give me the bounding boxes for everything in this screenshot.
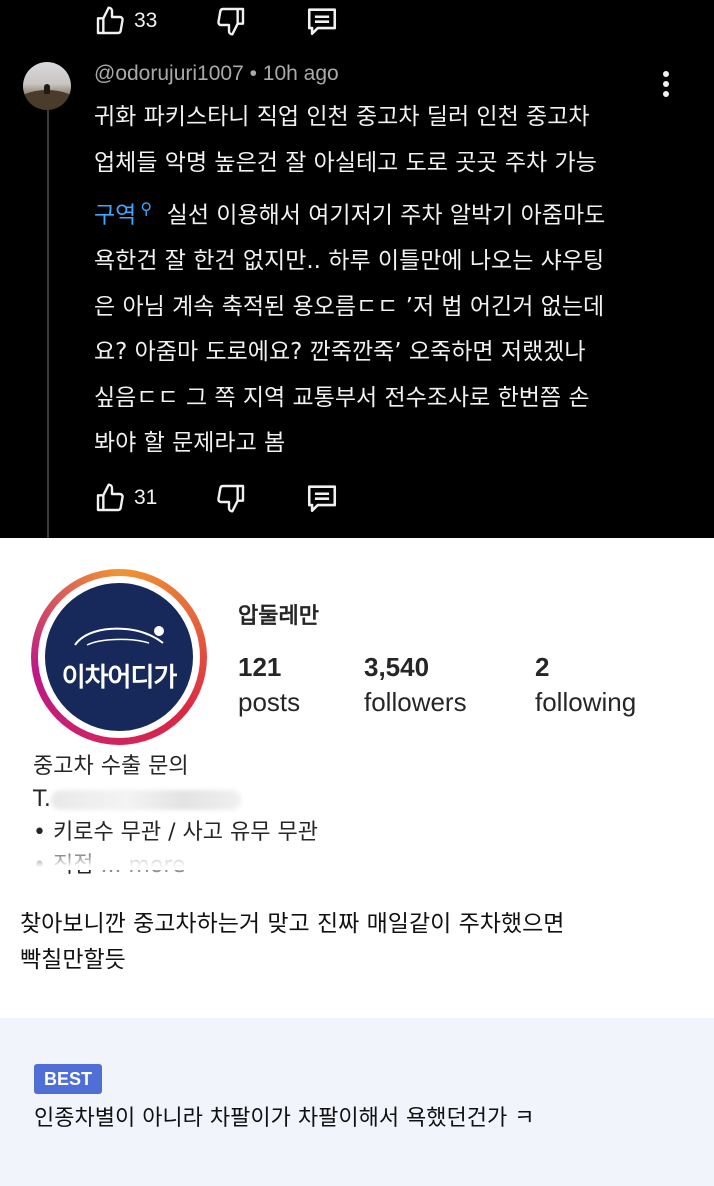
profile-username: 압둘레만	[238, 604, 319, 629]
thumbs-up-icon	[96, 6, 124, 35]
reply-icon	[308, 485, 337, 513]
comment-actions: 31	[94, 481, 397, 515]
dislike-button[interactable]	[215, 482, 247, 514]
comment-time: 10h ago	[262, 62, 339, 85]
prev-comment-actions: 33	[94, 4, 397, 38]
bio-phone: T.	[33, 783, 318, 816]
remark-line: 찾아보니깐 중고차하는거 맞고 진짜 매일같이 주차했으면	[20, 911, 565, 937]
reply-button[interactable]	[305, 4, 339, 38]
more-vert-icon[interactable]	[656, 70, 676, 98]
comment-line-text: 실선 이용해서 여기저기 주차 알박기 아줌마도	[166, 202, 606, 229]
best-comment-text: 인종차별이 아니라 차팔이가 차팔이해서 욕했던건가 ㅋ	[34, 1106, 535, 1131]
posts-count: 121	[238, 652, 282, 682]
following-label: following	[535, 687, 637, 717]
best-badge: BEST	[34, 1064, 103, 1094]
reply-icon	[308, 8, 337, 36]
car-icon	[74, 626, 164, 646]
instagram-profile-card: 이차어디가 압둘레만 121 posts 3,540 followers 2 f…	[0, 538, 714, 878]
like-count: 33	[134, 9, 158, 32]
posts-label: posts	[238, 687, 301, 717]
bio-line: 중고차 수출 문의	[33, 754, 189, 779]
search-icon[interactable]: ⚲	[140, 199, 152, 218]
thumbs-up-icon	[96, 483, 124, 512]
comment-line: 봐야 할 문제라고 봄	[94, 430, 286, 457]
comment-text: 귀화 파키스타니 직업 인천 중고차 딜러 인천 중고차 업체들 악명 높은건 …	[94, 95, 684, 467]
search-link[interactable]: 구역	[94, 203, 136, 229]
youtube-comments-panel: 33 @odorujuri1007 • 10h ago 귀화 파키스타니 직업 …	[0, 0, 714, 538]
logo-text: 이차어디가	[61, 663, 178, 693]
comment-line: 은 아님 계속 축적된 용오름ㄷㄷ ’저 법 어긴거 없는데	[94, 293, 605, 320]
comment-line: 업체들 악명 높은건 잘 아실테고 도로 곳곳 주차 가능	[94, 149, 597, 176]
like-count: 31	[134, 486, 158, 509]
commenter-avatar[interactable]	[23, 62, 71, 110]
thumbs-down-icon	[217, 484, 245, 513]
thread-line	[47, 110, 49, 538]
followers-stat[interactable]: 3,540 followers	[364, 652, 467, 718]
following-count: 2	[535, 652, 550, 682]
brand-logo: 이차어디가	[45, 583, 193, 731]
like-button[interactable]: 33	[94, 5, 157, 37]
comment-meta: @odorujuri1007 • 10h ago	[94, 62, 339, 85]
comment-username[interactable]: @odorujuri1007	[94, 62, 244, 85]
followers-label: followers	[364, 687, 467, 717]
comment-line: 요? 아줌마 도로에요? 깐죽깐죽’ 오죽하면 저랬겠나	[94, 339, 586, 366]
reply-button[interactable]	[305, 481, 339, 515]
best-comment: BEST 인종차별이 아니라 차팔이가 차팔이해서 욕했던건가 ㅋ	[0, 1018, 714, 1186]
comment-line: 구역 ⚲ 실선 이용해서 여기저기 주차 알박기 아줌마도	[94, 186, 684, 239]
following-stat[interactable]: 2 following	[535, 652, 636, 718]
posts-stat[interactable]: 121 posts	[238, 652, 300, 718]
dislike-button[interactable]	[215, 5, 247, 37]
profile-avatar[interactable]: 이차어디가	[31, 569, 207, 745]
post-remark: 찾아보니깐 중고차하는거 맞고 진짜 매일같이 주차했으면 빡칠만할듯	[20, 906, 700, 978]
thumbs-down-icon	[217, 7, 245, 36]
followers-count: 3,540	[364, 652, 430, 682]
remark-line: 빡칠만할듯	[20, 947, 126, 973]
comment-line: 욕한건 잘 한건 없지만.. 하루 이틀만에 나오는 샤우팅	[94, 248, 605, 275]
like-button[interactable]: 31	[94, 482, 157, 514]
bio-phone-prefix: T.	[33, 787, 51, 812]
comment-line: 귀화 파키스타니 직업 인천 중고차 딜러 인천 중고차	[94, 104, 590, 130]
redacted-phone	[50, 790, 241, 810]
comment-line: 싶음ㄷㄷ 그 쪽 지역 교통부서 전수조사로 한번쯤 손	[94, 384, 590, 411]
